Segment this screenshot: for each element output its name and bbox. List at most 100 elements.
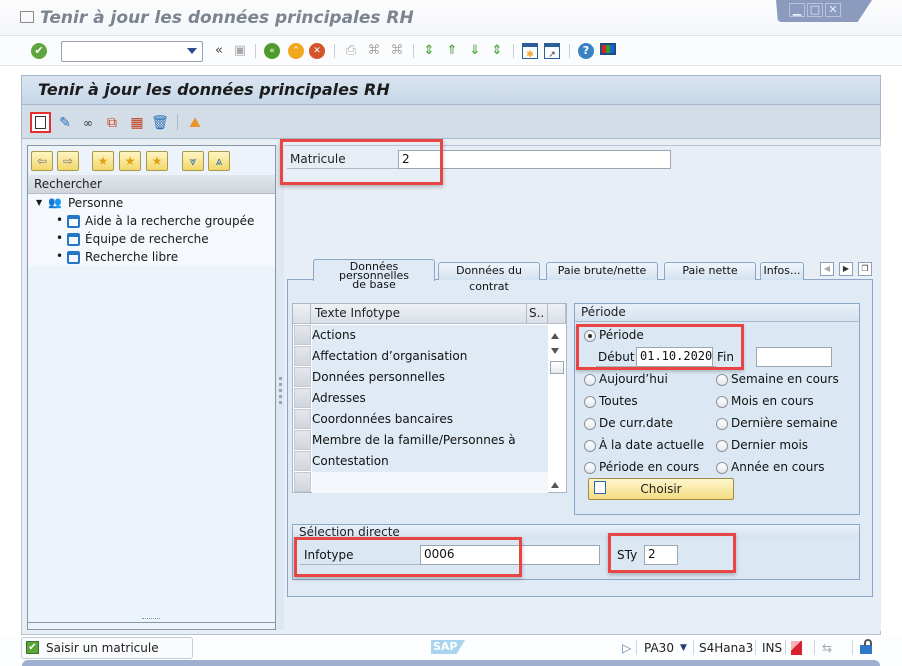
row-selector[interactable] [294, 409, 311, 429]
choisir-button[interactable]: Choisir [588, 478, 734, 500]
tab-paie-brute-nette[interactable]: Paie brute/nette [546, 262, 658, 280]
tree-node-personne[interactable]: ▼ 👥 Personne [28, 194, 275, 212]
resize-grip[interactable] [142, 618, 160, 620]
splitter-grip[interactable] [279, 377, 282, 380]
collapse-all-button[interactable]: ⩓ [208, 151, 230, 171]
radio-annee-en-cours[interactable] [716, 462, 728, 474]
radio-dernier-mois[interactable] [716, 440, 728, 452]
scroll-down-icon[interactable] [551, 348, 559, 354]
minimize-button[interactable]: ▁ [789, 3, 805, 17]
transaction-code[interactable]: PA30 [644, 641, 674, 655]
table-row[interactable]: Adresses [312, 388, 548, 409]
display-icon[interactable]: ∞ [79, 114, 97, 132]
table-row[interactable]: Données personnelles [312, 367, 548, 388]
save-icon[interactable]: ▣ [232, 43, 248, 59]
close-button[interactable]: ✕ [825, 3, 841, 17]
create-session-icon[interactable]: ✱ [522, 43, 538, 60]
splitter-grip[interactable] [279, 401, 282, 404]
tab-list-button[interactable]: ❐ [858, 262, 872, 276]
tab-donnees-personnelles[interactable]: Données personnelles de base [313, 259, 435, 290]
enter-icon[interactable]: ✔ [31, 43, 47, 59]
chevron-down-icon[interactable] [187, 48, 197, 54]
first-page-icon[interactable]: ⇕ [421, 43, 437, 59]
radio-toutes[interactable] [584, 396, 596, 408]
insert-mode[interactable]: INS [762, 641, 782, 655]
lock-icon[interactable] [860, 645, 872, 654]
splitter-grip[interactable] [279, 395, 282, 398]
help-icon[interactable]: ? [578, 43, 594, 59]
radio-derniere-semaine[interactable] [716, 418, 728, 430]
radio-semaine-en-cours[interactable] [716, 374, 728, 386]
previous-page-icon[interactable]: ⇑ [444, 43, 460, 59]
row-selector[interactable] [294, 451, 311, 471]
shortcut-icon[interactable]: ↗ [544, 43, 560, 60]
splitter-grip[interactable] [279, 389, 282, 392]
back-arrows-icon[interactable]: « [211, 43, 227, 59]
radio-mois-en-cours[interactable] [716, 396, 728, 408]
table-row[interactable]: Contestation [312, 451, 548, 472]
row-selector[interactable] [294, 430, 311, 450]
scroll-thumb[interactable] [550, 361, 564, 374]
expand-triangle-icon[interactable]: ▼ [36, 194, 42, 212]
table-row[interactable] [312, 472, 548, 493]
cancel-icon[interactable]: ✕ [309, 43, 325, 59]
radio-aujourdhui[interactable] [584, 374, 596, 386]
row-selector[interactable] [294, 388, 311, 408]
column-header-texte-infotype[interactable]: Texte Infotype [311, 304, 527, 324]
create-icon[interactable] [35, 116, 46, 129]
nav-back-button[interactable]: ⇦ [31, 151, 53, 171]
command-field[interactable] [61, 41, 203, 62]
row-selector[interactable] [294, 346, 311, 366]
table-row[interactable]: Membre de la famille/Personnes à charge [312, 430, 548, 468]
splitter-grip[interactable] [279, 383, 282, 386]
next-page-icon[interactable]: ⇓ [467, 43, 483, 59]
radio-a-la-date-actuelle[interactable] [584, 440, 596, 452]
status-message[interactable]: Saisir un matricule [21, 637, 193, 659]
tree-item[interactable]: • Recherche libre [28, 248, 275, 266]
splitter[interactable] [276, 145, 284, 630]
delete-icon[interactable]: 🗑 [151, 114, 169, 132]
row-selector[interactable] [294, 472, 311, 492]
fin-date-input[interactable] [756, 347, 832, 367]
exit-icon[interactable]: ⌃ [288, 43, 304, 59]
customize-layout-icon[interactable] [600, 43, 616, 55]
change-icon[interactable]: ✎ [56, 114, 74, 132]
nav-forward-button[interactable]: ⇨ [57, 151, 79, 171]
window-menu-icon[interactable] [20, 11, 34, 23]
tab-infos[interactable]: Infos... [760, 262, 804, 280]
maximize-button[interactable]: □ [807, 3, 823, 17]
picture-icon[interactable]: ⛰ [186, 114, 204, 132]
delete-favorite-button[interactable]: ★ [146, 151, 168, 171]
favorites-button[interactable]: ★ [119, 151, 141, 171]
select-all-cell[interactable] [293, 304, 311, 324]
table-row[interactable]: Actions [312, 325, 548, 346]
overview-icon[interactable]: ▦ [128, 114, 146, 132]
row-selector[interactable] [294, 367, 311, 387]
radio-periode-en-cours[interactable] [584, 462, 596, 474]
column-header-s[interactable]: S.. [527, 304, 548, 324]
tab-scroll-left-button[interactable]: ◀ [820, 262, 834, 276]
highlight-box [294, 537, 522, 577]
last-page-icon[interactable]: ⇕ [489, 43, 505, 59]
tree-item[interactable]: • Équipe de recherche [28, 230, 275, 248]
status-toggle-icon[interactable]: ▷ [622, 641, 631, 655]
find-next-icon[interactable]: ⌘ [389, 43, 405, 59]
tab-scroll-right-button[interactable]: ▶ [839, 262, 853, 276]
radio-de-curr-date[interactable] [584, 418, 596, 430]
expand-all-button[interactable]: ⩔ [182, 151, 204, 171]
chevron-down-icon[interactable]: ▼ [680, 643, 687, 653]
column-settings-button[interactable] [548, 304, 566, 324]
tree-item[interactable]: • Aide à la recherche groupée [28, 212, 275, 230]
copy-icon[interactable]: ⧉ [103, 114, 121, 132]
scroll-up-icon[interactable] [551, 333, 559, 339]
back-icon[interactable]: « [264, 43, 280, 59]
tab-donnees-contrat[interactable]: Données du contrat [438, 262, 540, 293]
scroll-up-icon[interactable] [551, 482, 559, 488]
row-selector[interactable] [294, 325, 311, 345]
add-favorite-button[interactable]: ★ [92, 151, 114, 171]
find-icon[interactable]: ⌘ [366, 43, 382, 59]
print-icon[interactable]: ⎙ [343, 43, 359, 59]
table-row[interactable]: Affectation d’organisation [312, 346, 548, 367]
table-row[interactable]: Coordonnées bancaires [312, 409, 548, 430]
tab-paie-nette[interactable]: Paie nette [664, 262, 756, 280]
